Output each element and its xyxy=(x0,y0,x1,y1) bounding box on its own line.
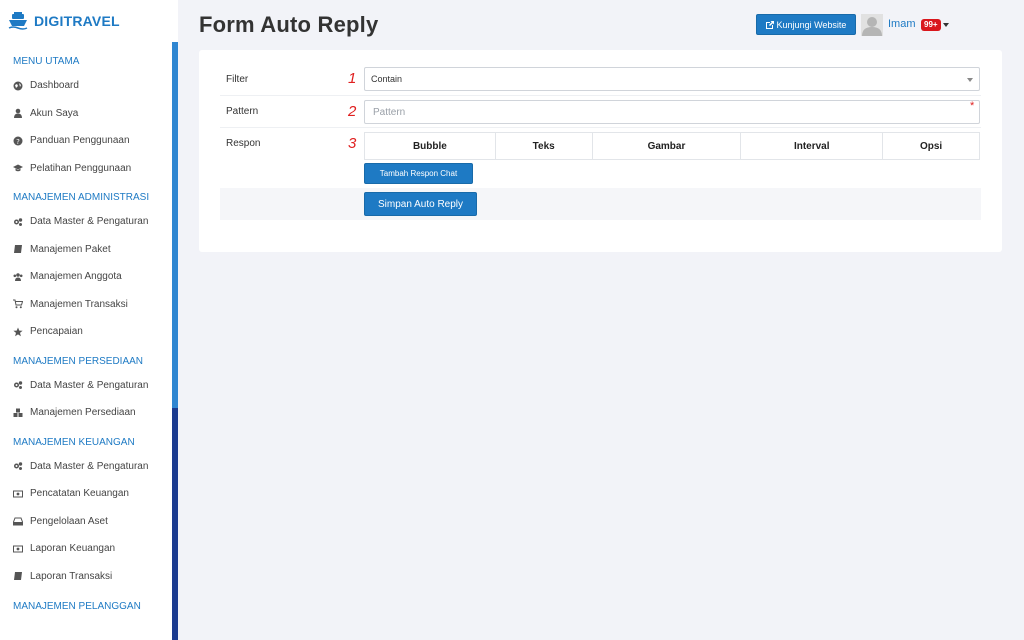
sidebar-item-label: Pengelolaan Aset xyxy=(30,515,108,527)
sidebar-item-manajemen-persediaan[interactable]: Manajemen Persediaan xyxy=(0,399,178,427)
respon-step-number: 3 xyxy=(348,135,357,152)
cogs-icon xyxy=(14,462,23,471)
cruise-ship-icon xyxy=(8,12,28,30)
filter-select[interactable]: Contain xyxy=(364,67,980,91)
sidebar-item-label: Data Master & Pengaturan xyxy=(30,216,149,228)
pattern-input[interactable] xyxy=(364,100,980,124)
sidebar-item-label: Akun Saya xyxy=(30,107,79,119)
star-icon xyxy=(13,327,23,336)
money-icon xyxy=(13,490,23,498)
section-title-keuangan: MANAJEMEN KEUANGAN xyxy=(13,436,135,448)
external-link-icon xyxy=(765,20,774,29)
sidebar-item-pencatatan-keuangan[interactable]: Pencatatan Keuangan xyxy=(0,480,178,508)
section-title-administrasi: MANAJEMEN ADMINISTRASI xyxy=(13,192,150,203)
respon-table-header: Bubble Teks Gambar Interval Opsi xyxy=(364,132,980,160)
save-auto-reply-button[interactable]: Simpan Auto Reply xyxy=(364,192,477,216)
auto-reply-form-card: Filter 1 Contain Pattern 2 * Respon 3 Bu… xyxy=(199,50,1002,252)
book-icon xyxy=(14,245,22,254)
page-title: Form Auto Reply xyxy=(199,12,379,37)
pattern-step-number: 2 xyxy=(348,103,357,120)
filter-step-number: 1 xyxy=(348,70,357,87)
respon-table: Bubble Teks Gambar Interval Opsi xyxy=(364,132,980,160)
filter-selected-value: Contain xyxy=(371,74,403,84)
cogs-icon xyxy=(14,218,23,226)
visit-website-label: Kunjungi Website xyxy=(776,19,847,30)
respon-label: Respon xyxy=(226,138,261,149)
sidebar-item-label: Manajemen Transaksi xyxy=(30,298,128,310)
sidebar-scrollbar[interactable] xyxy=(172,42,178,640)
sidebar-item-data-master-keuangan[interactable]: Data Master & Pengaturan xyxy=(0,453,178,481)
sidebar-item-laporan-keuangan[interactable]: Laporan Keuangan xyxy=(0,535,178,563)
sidebar-item-data-master-persediaan[interactable]: Data Master & Pengaturan xyxy=(0,372,178,400)
book-icon xyxy=(14,572,22,581)
column-header-interval: Interval xyxy=(740,132,884,160)
sidebar-item-label: Manajemen Paket xyxy=(30,243,111,255)
column-header-teks: Teks xyxy=(494,132,593,160)
chevron-down-icon[interactable] xyxy=(943,23,949,27)
section-title-menu-utama: MENU UTAMA xyxy=(13,56,80,67)
sidebar-item-label: Panduan Penggunaan xyxy=(30,135,130,147)
cubes-icon xyxy=(13,408,23,417)
respon-row: Respon 3 Bubble Teks Gambar Interval Ops… xyxy=(220,128,981,188)
avatar[interactable] xyxy=(861,14,883,36)
brand[interactable]: DIGITRAVEL xyxy=(0,0,178,42)
brand-name: DIGITRAVEL xyxy=(34,13,120,29)
chevron-down-icon xyxy=(967,78,973,82)
user-icon xyxy=(14,108,22,119)
sidebar-item-laporan-transaksi[interactable]: Laporan Transaksi xyxy=(0,563,178,591)
pattern-row: Pattern 2 * xyxy=(220,96,981,128)
scrollbar-thumb[interactable] xyxy=(172,42,178,408)
sidebar-item-label: Pelatihan Penggunaan xyxy=(30,162,132,174)
sidebar-item-panduan[interactable]: ? Panduan Penggunaan xyxy=(0,127,178,155)
notification-badge: 99+ xyxy=(921,19,941,31)
users-icon xyxy=(13,272,23,281)
graduation-cap-icon xyxy=(13,164,23,172)
sidebar-item-akun-saya[interactable]: Akun Saya xyxy=(0,100,178,128)
sidebar-item-label: Data Master & Pengaturan xyxy=(30,460,149,472)
sidebar-item-label: Manajemen Anggota xyxy=(30,271,122,283)
sidebar-item-label: Pencapaian xyxy=(30,326,83,338)
svg-text:?: ? xyxy=(16,138,20,146)
section-title-pelanggan: MANAJEMEN PELANGGAN xyxy=(13,601,141,612)
required-marker: * xyxy=(970,100,975,112)
user-avatar-icon xyxy=(862,17,882,36)
filter-label: Filter xyxy=(226,74,249,85)
hdd-icon xyxy=(13,517,23,526)
sidebar-item-manajemen-paket[interactable]: Manajemen Paket xyxy=(0,236,178,264)
cart-icon xyxy=(13,299,23,309)
sidebar-item-label: Dashboard xyxy=(30,80,79,92)
section-title-persediaan: MANAJEMEN PERSEDIAAN xyxy=(13,355,144,367)
globe-icon xyxy=(13,81,23,91)
sidebar-item-manajemen-anggota[interactable]: Manajemen Anggota xyxy=(0,263,178,291)
cogs-icon xyxy=(14,381,23,390)
money-icon xyxy=(13,545,23,553)
sidebar-item-label: Laporan Transaksi xyxy=(30,570,113,582)
sidebar-item-manajemen-transaksi[interactable]: Manajemen Transaksi xyxy=(0,291,178,319)
sidebar-item-label: Data Master & Pengaturan xyxy=(30,379,149,391)
sidebar-item-data-master-admin[interactable]: Data Master & Pengaturan xyxy=(0,208,178,236)
sidebar-item-pencapaian[interactable]: Pencapaian xyxy=(0,318,178,346)
sidebar-item-pelatihan[interactable]: Pelatihan Penggunaan xyxy=(0,155,178,183)
column-header-opsi: Opsi xyxy=(882,132,980,160)
add-response-button[interactable]: Tambah Respon Chat xyxy=(364,163,473,184)
save-row: Simpan Auto Reply xyxy=(220,188,981,220)
sidebar-item-pengelolaan-aset[interactable]: Pengelolaan Aset xyxy=(0,508,178,536)
question-circle-icon: ? xyxy=(13,136,23,146)
sidebar-item-label: Laporan Keuangan xyxy=(30,543,116,555)
column-header-bubble: Bubble xyxy=(364,132,496,160)
pattern-label: Pattern xyxy=(226,106,259,117)
sidebar-item-label: Pencatatan Keuangan xyxy=(30,488,129,500)
filter-row: Filter 1 Contain xyxy=(220,64,981,96)
user-name[interactable]: Imam xyxy=(888,18,916,30)
visit-website-button[interactable]: Kunjungi Website xyxy=(756,14,856,35)
sidebar: DIGITRAVEL MENU UTAMA Dashboard Akun Say… xyxy=(0,0,178,640)
column-header-gambar: Gambar xyxy=(591,132,742,160)
sidebar-item-label: Manajemen Persediaan xyxy=(30,407,136,419)
sidebar-item-dashboard[interactable]: Dashboard xyxy=(0,72,178,100)
